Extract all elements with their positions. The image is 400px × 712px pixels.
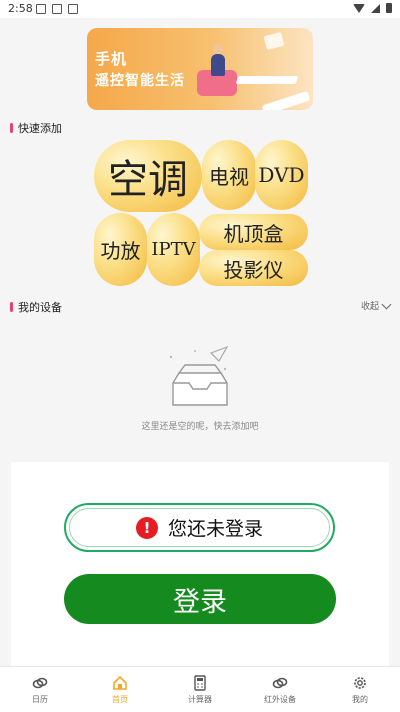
status-time: 2:58: [8, 2, 33, 15]
gallery-notification-icon: [36, 4, 46, 14]
login-card: [11, 462, 389, 666]
status-bar: 2:58: [0, 0, 400, 18]
section-marker: [10, 123, 13, 133]
link-icon: [32, 677, 48, 688]
quick-add-title: 快速添加: [18, 122, 62, 135]
login-notice: ! 您还未登录: [64, 503, 335, 552]
banner-person-head: [213, 44, 223, 54]
device-chip-amplifier[interactable]: 功放: [94, 213, 147, 286]
banner-person-illustration: [211, 54, 225, 76]
battery-icon: [386, 3, 392, 13]
download-notification-icon: [52, 4, 62, 14]
banner-desk-illustration: [235, 76, 299, 84]
chevron-down-icon: [381, 299, 392, 309]
my-devices-title: 我的设备: [18, 301, 62, 314]
tab-label: 计算器: [188, 694, 212, 704]
bottom-tab-bar: 日历 首页 计算器 红外设备 我的: [0, 666, 400, 712]
tab-calculator[interactable]: 计算器: [160, 667, 240, 712]
login-notice-text: 您还未登录: [167, 518, 263, 540]
section-marker: [10, 302, 13, 312]
device-chip-projector[interactable]: 投影仪: [199, 250, 308, 286]
tab-ir-devices[interactable]: 红外设备: [240, 667, 320, 712]
tab-label: 首页: [112, 694, 128, 704]
device-chip-tv[interactable]: 电视: [202, 140, 256, 210]
my-devices-header: 我的设备: [10, 299, 62, 315]
settings-notification-icon: [68, 4, 78, 14]
tab-label: 我的: [352, 694, 368, 704]
tab-profile[interactable]: 我的: [320, 667, 400, 712]
calculator-icon: [194, 674, 206, 691]
banner-title: 手机: [95, 50, 128, 68]
alert-icon: !: [135, 516, 158, 539]
banner-tv-illustration: [263, 31, 285, 51]
promo-banner[interactable]: 手机 遥控智能生活: [87, 28, 313, 110]
collapse-label: 收起: [360, 302, 379, 312]
tab-calendar[interactable]: 日历: [0, 667, 80, 712]
home-icon: [113, 675, 127, 690]
wifi-icon: [353, 3, 365, 13]
device-chip-iptv[interactable]: IPTV: [147, 213, 200, 286]
tab-label: 日历: [32, 694, 48, 704]
device-chip-ac[interactable]: 空调: [94, 140, 202, 212]
empty-tray-icon: [169, 345, 229, 406]
link-icon: [272, 677, 288, 688]
tab-home[interactable]: 首页: [80, 667, 160, 712]
banner-ac-illustration: [261, 90, 311, 110]
signal-icon: [371, 3, 380, 13]
tab-label: 红外设备: [264, 694, 296, 704]
gear-icon: [354, 676, 366, 689]
device-chip-dvd[interactable]: DVD: [255, 140, 308, 210]
login-button[interactable]: 登录: [64, 574, 336, 624]
quick-add-header: 快速添加: [10, 120, 62, 136]
device-chip-settop-box[interactable]: 机顶盒: [199, 214, 308, 250]
empty-state-text: 这里还是空的呢，快去添加吧: [141, 422, 259, 432]
banner-subtitle: 遥控智能生活: [95, 73, 185, 89]
collapse-toggle[interactable]: 收起: [360, 299, 392, 312]
